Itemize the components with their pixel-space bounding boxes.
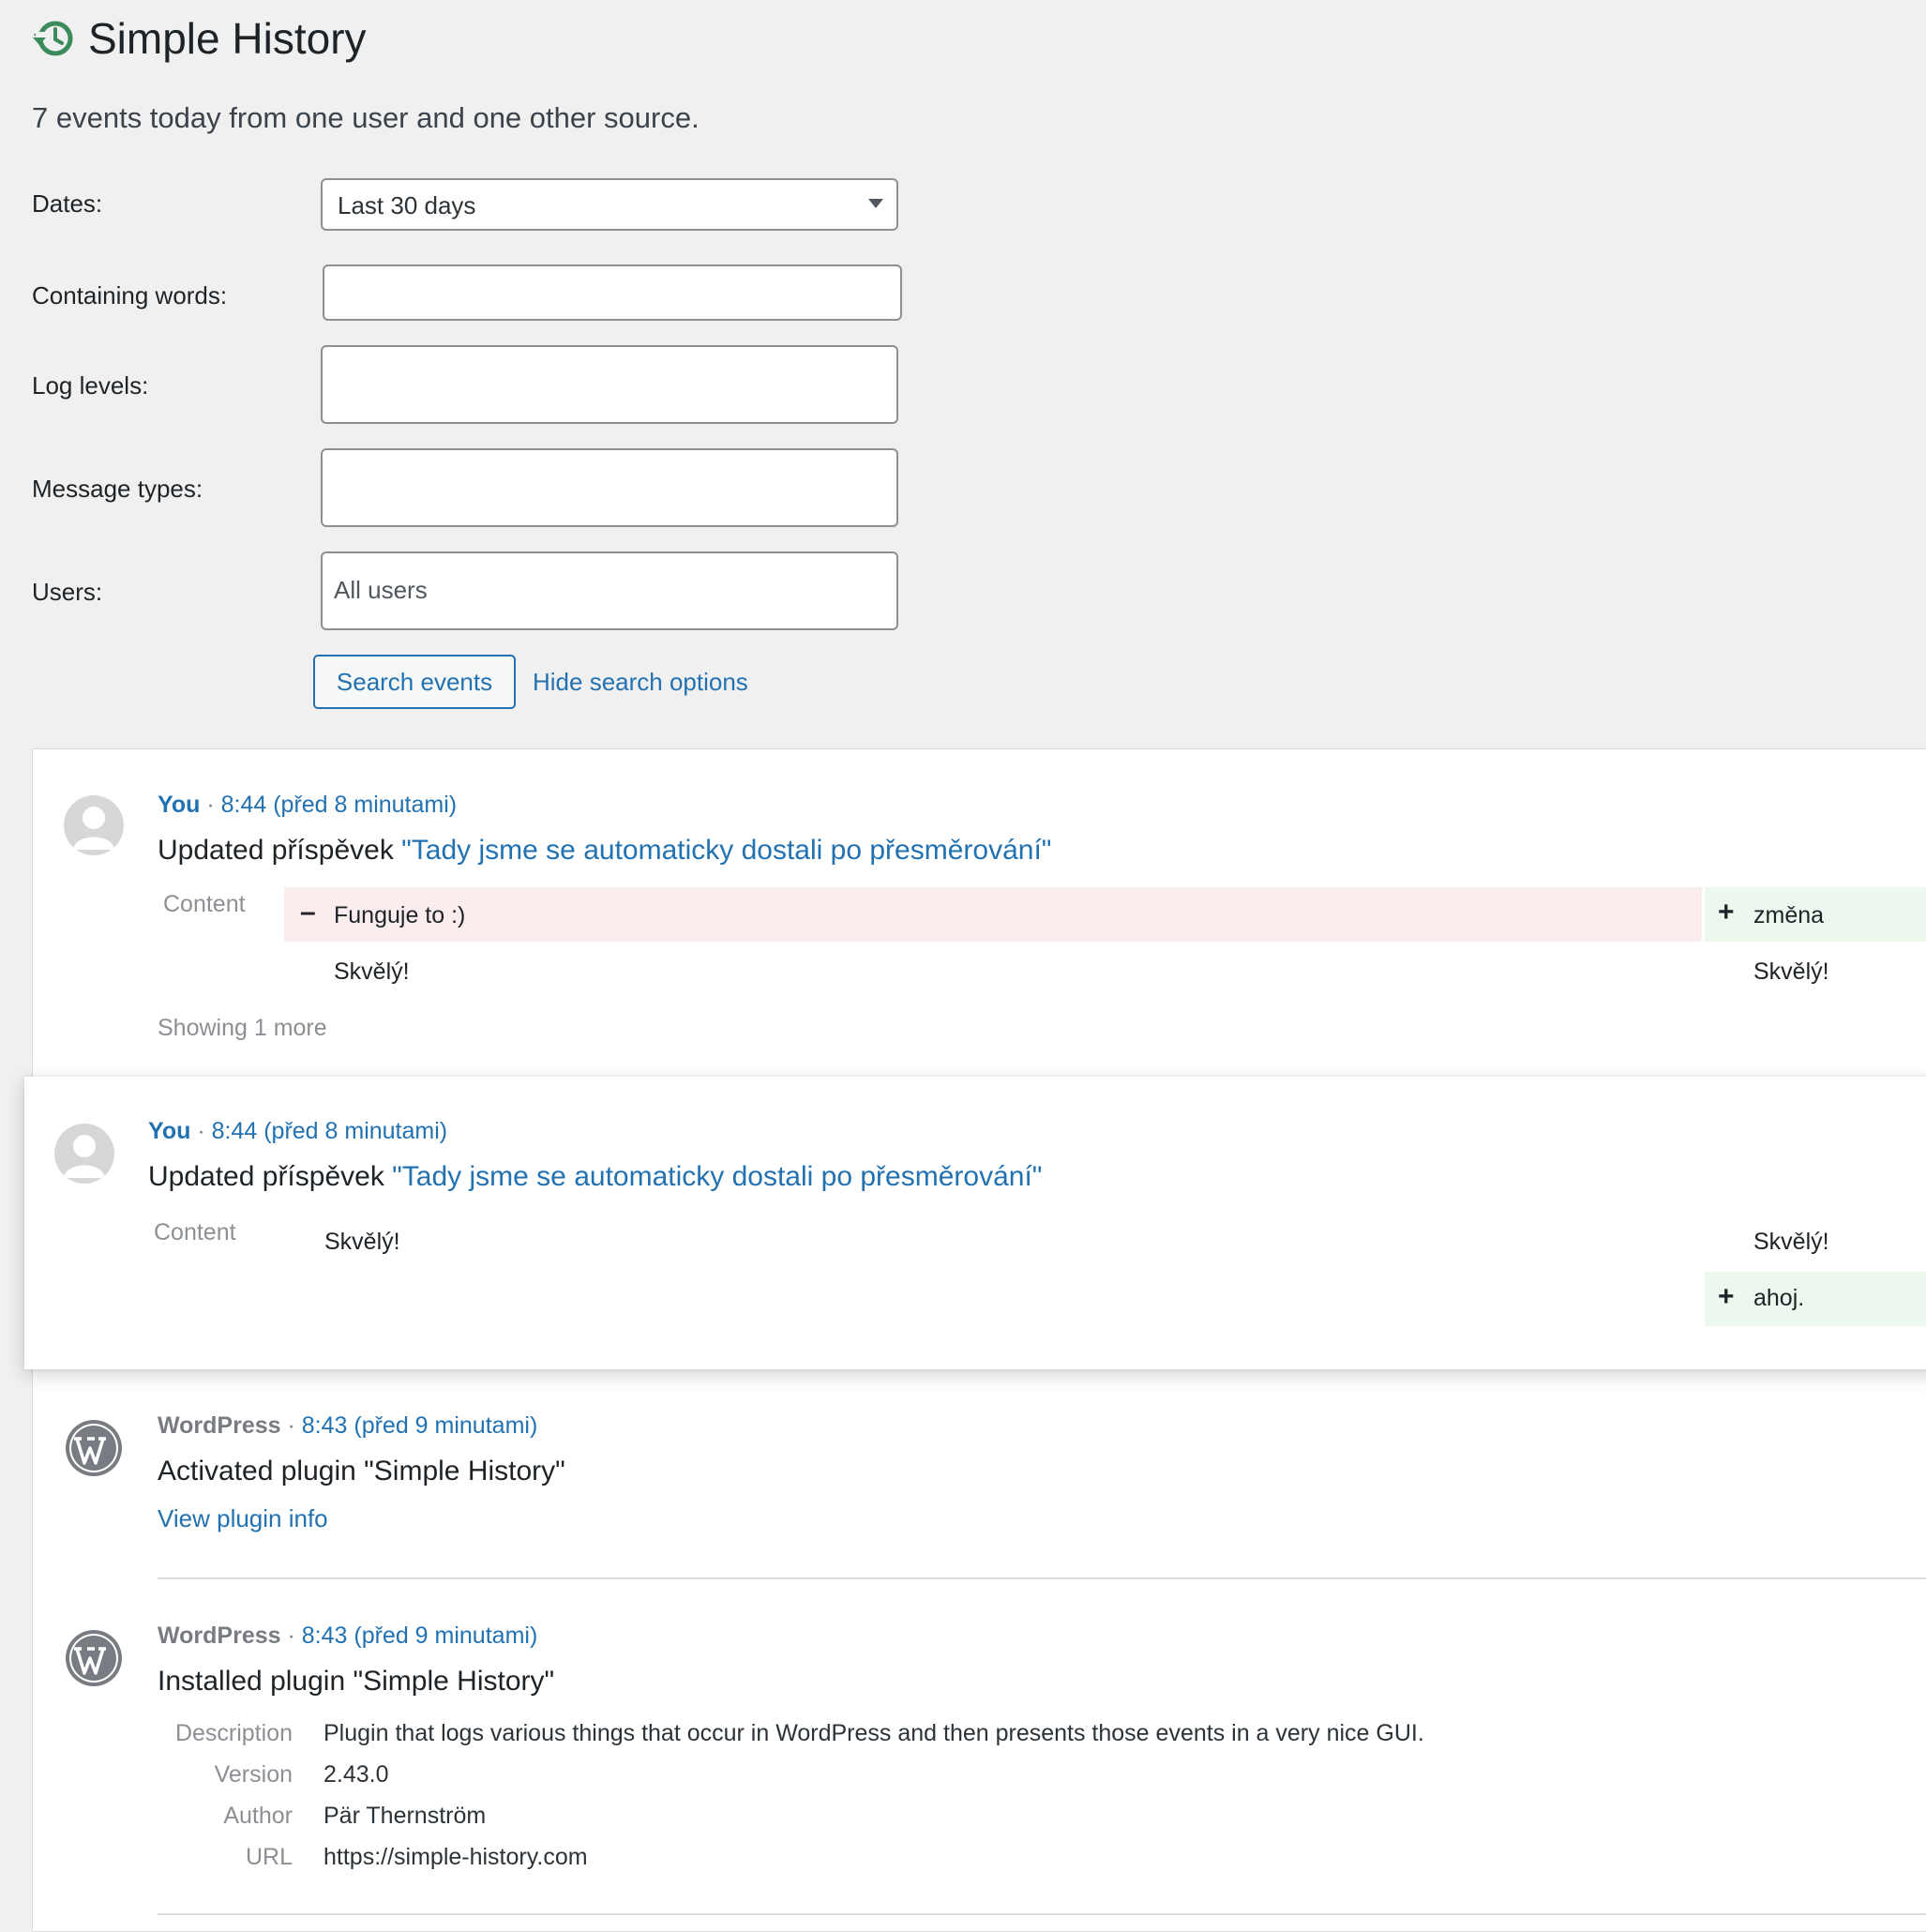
meta-separator: ·	[287, 1412, 295, 1439]
dates-value: Last 30 days	[338, 191, 476, 219]
event-divider	[158, 1577, 1926, 1579]
events-summary: 7 events today from one user and one oth…	[32, 101, 700, 134]
event-message: Updated příspěvek "Tady jsme se automati…	[158, 835, 1051, 867]
detail-value: 2.43.0	[324, 1761, 389, 1788]
message-types-field[interactable]	[321, 448, 898, 527]
page-title: Simple History	[88, 14, 367, 63]
users-label: Users:	[32, 578, 103, 606]
post-link[interactable]: "Tady jsme se automaticky dostali po pře…	[401, 835, 1051, 866]
detail-value: Pär Thernström	[324, 1803, 487, 1829]
event-message: Installed plugin "Simple History"	[158, 1666, 555, 1697]
post-link[interactable]: "Tady jsme se automaticky dostali po pře…	[392, 1161, 1042, 1192]
log-levels-label: Log levels:	[32, 371, 149, 400]
event-message: Activated plugin "Simple History"	[158, 1456, 565, 1487]
diff-removed-text: Funguje to :)	[334, 902, 466, 928]
diff-removed-row	[284, 887, 1702, 942]
diff-old-text: Skvělý!	[334, 958, 410, 985]
detail-label: Author	[223, 1803, 293, 1829]
content-label: Content	[163, 891, 246, 917]
minus-icon: –	[300, 897, 316, 928]
hide-search-options-link[interactable]: Hide search options	[533, 668, 748, 697]
event-meta: WordPress · 8:43 (před 9 minutami)	[158, 1412, 537, 1440]
history-icon	[33, 21, 73, 56]
event-meta: You · 8:44 (před 8 minutami)	[158, 792, 457, 819]
event-user-link[interactable]: You	[148, 1118, 190, 1144]
event-time-link[interactable]: 8:43 (před 9 minutami)	[302, 1412, 538, 1439]
event-action: Updated příspěvek	[158, 835, 402, 866]
diff-new-text: Skvělý!	[1753, 1229, 1829, 1255]
dates-select[interactable]: Last 30 days	[321, 178, 898, 231]
event-time-link[interactable]: 8:44 (před 8 minutami)	[212, 1118, 448, 1144]
content-label: Content	[154, 1219, 236, 1245]
search-events-button[interactable]: Search events	[313, 655, 516, 709]
view-plugin-info-link[interactable]: View plugin info	[158, 1504, 328, 1533]
message-types-label: Message types:	[32, 475, 203, 503]
users-field[interactable]: All users	[321, 551, 898, 630]
wordpress-logo-icon	[66, 1420, 122, 1476]
event-user-link[interactable]: You	[158, 792, 200, 818]
event-action: Updated příspěvek	[148, 1161, 393, 1192]
diff-added-text: ahoj.	[1753, 1285, 1805, 1311]
meta-separator: ·	[287, 1623, 295, 1649]
detail-value: Plugin that logs various things that occ…	[324, 1720, 1424, 1746]
containing-words-input[interactable]	[323, 264, 902, 321]
event-source: WordPress	[158, 1412, 281, 1439]
event-time-link[interactable]: 8:43 (před 9 minutami)	[302, 1623, 538, 1649]
log-levels-field[interactable]	[321, 345, 898, 424]
diff-new-text: Skvělý!	[1753, 958, 1829, 985]
plus-icon: +	[1718, 897, 1735, 928]
plus-icon: +	[1718, 1281, 1735, 1312]
user-icon	[64, 1135, 105, 1178]
detail-label: URL	[245, 1844, 293, 1870]
detail-label: Version	[214, 1761, 293, 1788]
avatar	[64, 795, 124, 855]
wordpress-logo-icon	[66, 1630, 122, 1686]
diff-added-text: změna	[1753, 902, 1825, 928]
event-time-link[interactable]: 8:44 (před 8 minutami)	[221, 792, 458, 818]
meta-separator: ·	[206, 792, 215, 818]
showing-more-link[interactable]: Showing 1 more	[158, 1015, 327, 1042]
plugin-url-link[interactable]: https://simple-history.com	[324, 1844, 588, 1871]
page-header: Simple History	[32, 13, 367, 64]
diff-old-text: Skvělý!	[324, 1229, 400, 1255]
meta-separator: ·	[197, 1118, 205, 1144]
detail-label: Description	[174, 1720, 293, 1746]
event-divider	[158, 1913, 1926, 1915]
event-meta: You · 8:44 (před 8 minutami)	[148, 1118, 447, 1145]
event-source: WordPress	[158, 1623, 281, 1649]
dates-label: Dates:	[32, 189, 103, 218]
chevron-down-icon	[868, 199, 883, 208]
event-meta: WordPress · 8:43 (před 9 minutami)	[158, 1623, 537, 1650]
user-icon	[73, 807, 114, 850]
avatar	[54, 1124, 114, 1184]
words-label: Containing words:	[32, 281, 228, 309]
diff-added-row	[1705, 1272, 1926, 1326]
event-message: Updated příspěvek "Tady jsme se automati…	[148, 1161, 1042, 1193]
